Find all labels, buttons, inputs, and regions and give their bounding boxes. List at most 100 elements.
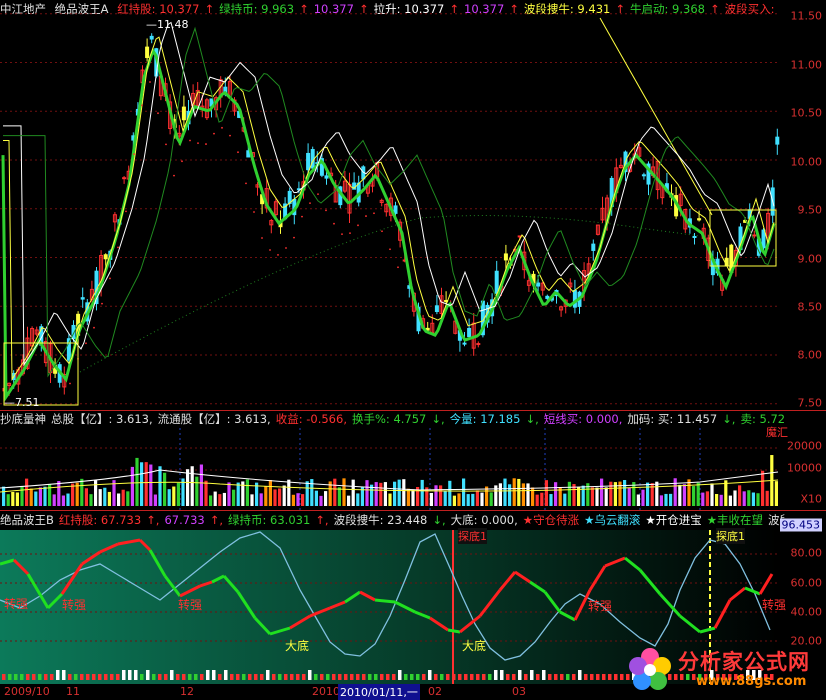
support-dot [357,224,359,227]
signal-bar [620,674,624,680]
volume-bar [15,492,19,506]
candle-body [641,174,646,177]
support-dot [141,104,143,107]
signal-bar [500,670,504,680]
support-dot [373,212,375,215]
volume-bar [52,494,56,506]
signal-bar [536,674,540,680]
date-label: 03 [512,685,526,698]
wave-header-item: ★乌云翻滚 [584,513,641,527]
axis-tick-label: 60.00 [790,576,823,590]
volume-bar [222,492,226,506]
volume-bar [765,490,769,506]
support-dot [157,112,159,115]
volume-bar [6,494,10,506]
signal-bar [608,674,612,680]
volume-bar [29,488,33,506]
signal-bar [380,674,384,680]
signal-bar [614,674,618,680]
support-dot [117,246,119,249]
support-dot [381,230,383,233]
signal-bar [482,674,486,680]
volume-bar [176,482,180,506]
axis-tick-label: 11.50 [790,9,823,23]
volume-bar [126,491,130,506]
signal-bar [374,674,378,680]
signal-bar [554,674,558,680]
volume-bar [71,483,75,506]
candle-body [467,327,472,338]
signal-bar [272,674,276,680]
signal-bar [212,670,216,680]
volume-bar [227,482,231,506]
candle-body [181,106,186,121]
candle-body [697,218,702,221]
volume-bar [609,481,613,506]
signal-bar [368,674,372,680]
volume-bar [25,478,29,506]
support-dot [173,174,175,177]
volume-bar [135,457,139,506]
signal-bar [458,674,462,680]
axis-tick-label: 7.50 [797,396,823,410]
wave-signal-label: 探底1 [716,528,745,544]
wave-signal-label: 转强 [4,597,29,611]
volume-bar [498,483,502,506]
signal-bar [356,674,360,680]
volume-bar [117,493,121,506]
volume-bar [374,482,378,506]
volume-bar [429,492,433,506]
volume-bar [149,464,153,506]
price-chart[interactable]: —11.48 —7.51 [0,0,780,410]
volume-bar [535,494,539,506]
volume-bar [710,483,714,506]
signal-bar [50,674,54,680]
signal-bar [494,670,498,680]
candle-body [80,297,85,300]
wave-header-item: ★守仓待涨 [522,513,580,527]
signal-bar [248,674,252,680]
signal-bar [158,674,162,680]
volume-bar [664,493,668,506]
signal-bar [188,674,192,680]
axis-tick-label: 40.00 [790,605,823,619]
volume-bar [319,495,323,506]
volume-bar [190,466,194,506]
volume-bar [153,494,157,506]
volume-bar [282,485,286,506]
volume-bar [38,487,42,506]
volume-bar [356,493,360,506]
signal-bar [62,670,66,680]
support-dot [245,182,247,185]
volume-bar [2,486,6,506]
volume-bar [728,495,732,506]
signal-bar [572,674,576,680]
candle-body [462,342,467,345]
volume-bar [406,488,410,506]
wave-segment [447,628,461,634]
candle-body [149,35,154,40]
axis-tick-label: 9.00 [797,252,823,266]
volume-bar [264,486,268,506]
signal-bar [20,674,24,680]
volume-bar [489,492,493,506]
support-dot [309,202,311,205]
volume-bar [452,495,456,506]
volume-bar [439,485,443,506]
signal-bar [56,670,60,680]
signal-bar [512,674,516,680]
signal-bar [224,670,228,680]
volume-chart[interactable] [0,410,780,510]
support-dot [125,210,127,213]
wave-segment [374,598,396,604]
volume-bar [66,493,70,506]
candle-body [393,205,398,214]
volume-bar [107,491,111,506]
volume-bar [682,484,686,506]
date-label: 02 [428,685,442,698]
signal-bar [152,674,156,680]
volume-bar [508,484,512,506]
wave-header-item: 红持股: 67.733 [58,513,142,527]
stock-chart-app: { "main_header": { "stock_name": "中江地产",… [0,0,826,700]
volume-bar [144,462,148,506]
